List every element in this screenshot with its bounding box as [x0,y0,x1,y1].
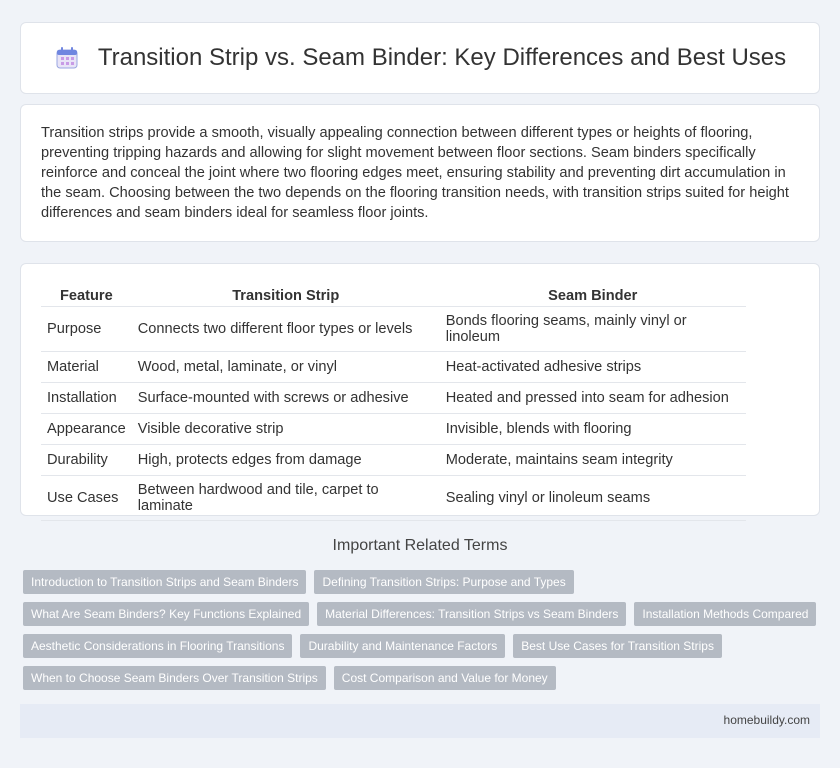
table-cell: Bonds flooring seams, mainly vinyl or li… [439,307,746,352]
header-card: Transition Strip vs. Seam Binder: Key Di… [20,22,820,94]
related-term-tag[interactable]: Installation Methods Compared [634,602,817,626]
table-cell: Appearance [41,414,132,445]
table-cell: Sealing vinyl or linoleum seams [439,476,746,521]
table-row: Purpose Connects two different floor typ… [41,307,746,352]
table-cell: Heated and pressed into seam for adhesio… [439,383,746,414]
related-terms-title: Important Related Terms [332,537,508,554]
related-term-tag[interactable]: Aesthetic Considerations in Flooring Tra… [23,634,293,658]
table-row: Appearance Visible decorative strip Invi… [41,414,746,445]
table-cell: Material [41,352,132,383]
intro-card: Transition strips provide a smooth, visu… [20,104,820,242]
table-row: Material Wood, metal, laminate, or vinyl… [41,352,746,383]
related-term-tag[interactable]: What Are Seam Binders? Key Functions Exp… [23,602,310,626]
related-term-tag[interactable]: Introduction to Transition Strips and Se… [23,570,307,594]
comparison-table: Feature Transition Strip Seam Binder Pur… [41,282,746,521]
related-term-tag[interactable]: Best Use Cases for Transition Strips [513,634,722,658]
table-cell: Use Cases [41,476,132,521]
table-cell: Invisible, blends with flooring [439,414,746,445]
tag-row: Aesthetic Considerations in Flooring Tra… [23,634,823,658]
tag-row: When to Choose Seam Binders Over Transit… [23,666,823,690]
footer-site-link[interactable]: homebuildy.com [724,713,810,727]
header-feature: Feature [41,282,132,307]
table-cell: Surface-mounted with screws or adhesive [131,383,440,414]
table-cell: Installation [41,383,132,414]
related-term-tag[interactable]: When to Choose Seam Binders Over Transit… [23,666,326,690]
related-term-tag[interactable]: Cost Comparison and Value for Money [333,666,556,690]
table-header-row: Feature Transition Strip Seam Binder [41,282,746,307]
tag-row: What Are Seam Binders? Key Functions Exp… [23,602,823,626]
table-row: Installation Surface-mounted with screws… [41,383,746,414]
tag-row: Introduction to Transition Strips and Se… [23,570,823,594]
header-seam-binder: Seam Binder [439,282,746,307]
related-term-tag[interactable]: Durability and Maintenance Factors [300,634,506,658]
table-cell: Between hardwood and tile, carpet to lam… [131,476,440,521]
table-cell: Wood, metal, laminate, or vinyl [131,352,440,383]
header-transition-strip: Transition Strip [131,282,440,307]
table-cell: Durability [41,445,132,476]
comparison-table-card: Feature Transition Strip Seam Binder Pur… [20,263,820,521]
table-row: Use Cases Between hardwood and tile, car… [41,476,746,521]
table-cell: Visible decorative strip [131,414,440,445]
table-cell: Purpose [41,307,132,352]
calendar-icon [54,45,80,71]
table-cell: Connects two different floor types or le… [131,307,440,352]
table-cell: Heat-activated adhesive strips [439,352,746,383]
related-terms-list: Introduction to Transition Strips and Se… [23,570,823,698]
page-title: Transition Strip vs. Seam Binder: Key Di… [97,44,787,71]
related-term-tag[interactable]: Defining Transition Strips: Purpose and … [314,570,574,594]
table-cell: Moderate, maintains seam integrity [439,445,746,476]
related-term-tag[interactable]: Material Differences: Transition Strips … [317,602,627,626]
footer: homebuildy.com [20,704,820,738]
intro-paragraph: Transition strips provide a smooth, visu… [41,125,789,221]
table-cell: High, protects edges from damage [131,445,440,476]
table-row: Durability High, protects edges from dam… [41,445,746,476]
